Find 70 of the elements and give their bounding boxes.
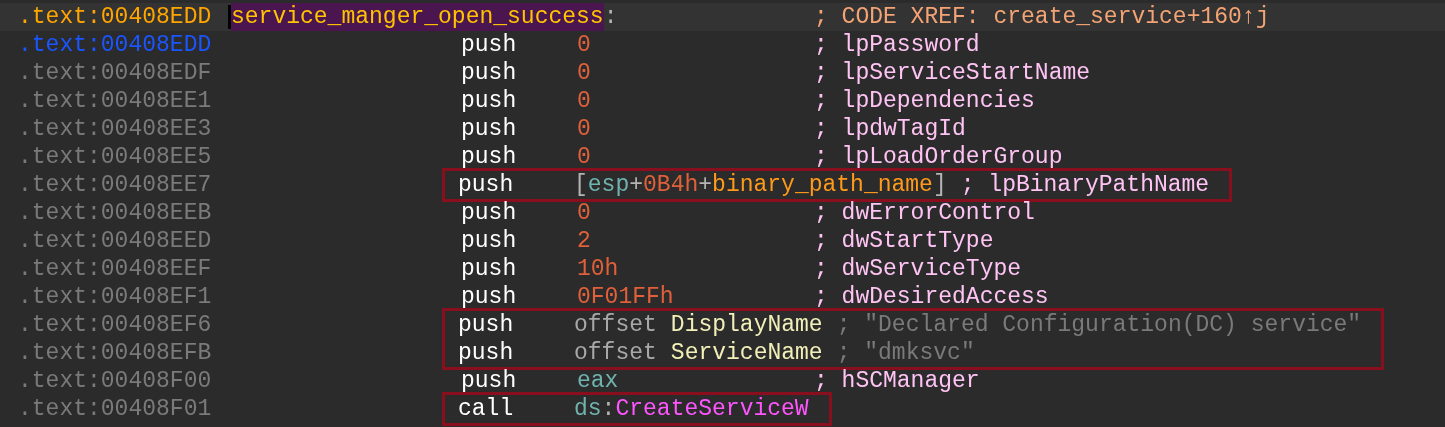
mnemonic: call bbox=[458, 395, 515, 423]
operand-number: 0B4h bbox=[643, 171, 699, 199]
address: .text:00408EE5 bbox=[18, 143, 213, 171]
address: .text:00408EEB bbox=[18, 199, 213, 227]
comment: ; hSCManager bbox=[814, 367, 980, 395]
comment: ; dwErrorControl bbox=[814, 199, 1035, 227]
operand-number: 0F01FFh bbox=[577, 283, 674, 311]
mnemonic: push bbox=[461, 115, 518, 143]
address: .text:00408EED bbox=[18, 227, 213, 255]
address: .text:00408F00 bbox=[18, 367, 213, 395]
comment: ; CODE XREF: create_service+160↑j bbox=[814, 3, 1270, 31]
operand-number: 0 bbox=[577, 59, 591, 87]
operand-number: 0 bbox=[577, 143, 591, 171]
comment: ; lpLoadOrderGroup bbox=[814, 143, 1063, 171]
comment: ; lpdwTagId bbox=[814, 115, 966, 143]
operand-keyword: offset bbox=[574, 339, 657, 367]
operand-name: DisplayName bbox=[670, 311, 823, 339]
operand-symbol: binary_path_name bbox=[712, 171, 933, 199]
label-colon: : bbox=[603, 3, 618, 31]
address: .text:00408EDD bbox=[18, 31, 213, 59]
address: .text:00408EE7 bbox=[18, 171, 213, 199]
mnemonic: push bbox=[461, 87, 518, 115]
comment: ; lpDependencies bbox=[814, 87, 1035, 115]
text-cursor bbox=[228, 5, 231, 29]
mnemonic: push bbox=[461, 31, 518, 59]
operand-punctuation: ] bbox=[932, 171, 947, 199]
operand-punctuation: + bbox=[698, 171, 713, 199]
mnemonic: push bbox=[458, 171, 515, 199]
operand-register: esp bbox=[587, 171, 630, 199]
operand-keyword: offset bbox=[574, 311, 657, 339]
operand-number: 10h bbox=[577, 255, 619, 283]
operand-import: CreateServiceW bbox=[615, 395, 809, 423]
mnemonic: push bbox=[461, 367, 518, 395]
operand-number: 0 bbox=[577, 87, 591, 115]
comment: ; "Declared Configuration(DC) service" bbox=[836, 311, 1362, 339]
address: .text:00408EE1 bbox=[18, 87, 213, 115]
address: .text:00408EF6 bbox=[18, 311, 213, 339]
comment: ; dwServiceType bbox=[814, 255, 1022, 283]
mnemonic: push bbox=[461, 227, 518, 255]
address: .text:00408EDD bbox=[18, 3, 213, 31]
operand-name: ServiceName bbox=[670, 339, 823, 367]
address: .text:00408EDF bbox=[18, 59, 213, 87]
address: .text:00408EEF bbox=[18, 255, 213, 283]
label-name: service_manger_open_success bbox=[231, 3, 604, 31]
mnemonic: push bbox=[461, 283, 518, 311]
operand-number: 0 bbox=[577, 115, 591, 143]
address: .text:00408EFB bbox=[18, 339, 213, 367]
comment: ; "dmksvc" bbox=[836, 339, 975, 367]
operand-punctuation: : bbox=[601, 395, 616, 423]
comment: ; dwDesiredAccess bbox=[814, 283, 1049, 311]
address: .text:00408F01 bbox=[18, 395, 213, 423]
mnemonic: push bbox=[461, 143, 518, 171]
comment: ; lpBinaryPathName bbox=[960, 171, 1210, 199]
operand-punctuation: + bbox=[629, 171, 644, 199]
mnemonic: push bbox=[458, 311, 515, 339]
address: .text:00408EF1 bbox=[18, 283, 213, 311]
operand-number: 0 bbox=[577, 199, 591, 227]
operand-number: 2 bbox=[577, 227, 591, 255]
operand-register: ds bbox=[574, 395, 602, 423]
comment: ; lpServiceStartName bbox=[814, 59, 1091, 87]
mnemonic: push bbox=[461, 199, 518, 227]
mnemonic: push bbox=[461, 59, 518, 87]
operand-number: 0 bbox=[577, 31, 591, 59]
comment: ; lpPassword bbox=[814, 31, 980, 59]
comment: ; dwStartType bbox=[814, 227, 994, 255]
operand-punctuation: [ bbox=[574, 171, 588, 199]
address: .text:00408EE3 bbox=[18, 115, 213, 143]
operand-register: eax bbox=[577, 367, 619, 395]
mnemonic: push bbox=[458, 339, 515, 367]
mnemonic: push bbox=[461, 255, 518, 283]
